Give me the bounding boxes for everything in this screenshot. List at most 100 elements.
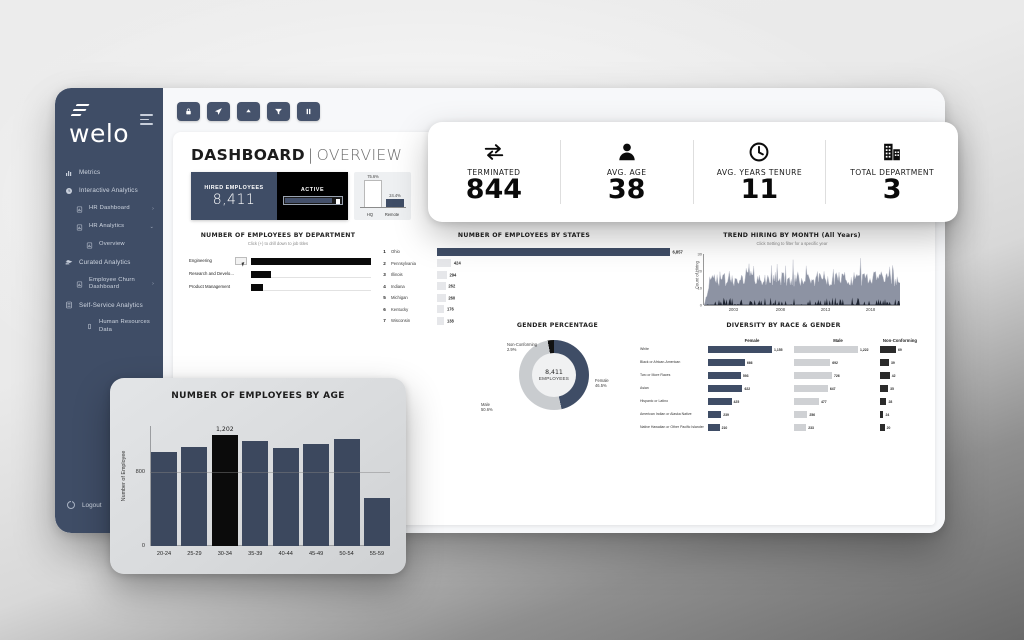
- sidebar-item-label: Employee Churn Dashboard: [89, 277, 135, 291]
- sidebar-item-overview[interactable]: Overview: [55, 236, 163, 254]
- age-x-tick: 40-44: [278, 551, 293, 557]
- chevron-down-icon[interactable]: ⌄: [150, 224, 154, 230]
- kpi-value: 844: [465, 173, 523, 205]
- logout-label: Logout: [82, 501, 102, 509]
- power-icon: [67, 500, 75, 509]
- diversity-row: Two or More Races 593 726 42: [640, 369, 927, 382]
- active-slider[interactable]: [282, 196, 343, 205]
- diversity-cell: 726: [794, 372, 880, 379]
- kpi-summary-card: TERMINATED 844 AVG. AGE 38 AVG. YEARS TENURE…: [428, 122, 958, 222]
- state-bar: [437, 282, 446, 291]
- active-slider-handle[interactable]: [335, 198, 340, 204]
- age-bar-group[interactable]: 25-29: [181, 426, 208, 557]
- diversity-category: American Indian or Alaska Native: [640, 412, 692, 417]
- sidebar-item-metrics[interactable]: Metrics: [55, 164, 163, 182]
- sidebar-item-self-service-analytics[interactable]: Self-Service Analytics: [55, 296, 163, 314]
- document-chart-icon: [75, 280, 83, 288]
- states-chart-title: NUMBER OF EMPLOYEES BY STATES: [457, 232, 591, 239]
- trend-y-tick: 30: [697, 251, 702, 257]
- state-row[interactable]: 1 Ohio 6,857: [378, 246, 683, 258]
- layers-icon: [65, 259, 73, 267]
- diversity-cell: 24: [880, 411, 918, 418]
- age-y-tick: 800: [135, 469, 145, 476]
- hamburger-icon[interactable]: [140, 114, 153, 128]
- diversity-row: Black or African-American 666 692 39: [640, 356, 927, 369]
- state-value: 262: [448, 283, 456, 289]
- sidebar-item-employee-churn-dashboard[interactable]: Employee Churn Dashboard ›: [55, 272, 163, 296]
- sidebar-item-human-resources-data[interactable]: Human Resources Data: [55, 314, 163, 338]
- age-bar-group[interactable]: 20-24: [151, 426, 177, 557]
- clock-icon: [748, 140, 770, 164]
- diversity-value: 210: [721, 425, 728, 430]
- chevron-right-icon[interactable]: ›: [152, 206, 154, 212]
- diversity-value: 28: [888, 399, 893, 404]
- location-x-tick: HQ: [366, 211, 374, 217]
- state-track: 294: [437, 270, 670, 279]
- state-row[interactable]: 2 Pennsylvania 424: [378, 258, 670, 270]
- state-track: 260: [437, 293, 670, 302]
- age-bar-group[interactable]: 45-49: [303, 426, 330, 557]
- trend-y-tick: 10: [697, 285, 702, 291]
- active-toggle-block[interactable]: ACTIVE: [277, 172, 348, 220]
- diversity-cell: 20: [880, 424, 918, 431]
- department-row[interactable]: Engineering: [189, 255, 371, 268]
- department-label: Product Management: [189, 283, 231, 289]
- send-button[interactable]: [207, 102, 230, 121]
- state-value: 424: [453, 260, 461, 266]
- diversity-category: Hispanic or Latino: [640, 399, 669, 404]
- upload-button[interactable]: [237, 102, 260, 121]
- page-title-bold: DASHBOARD: [191, 146, 305, 164]
- diversity-cell: 477: [794, 398, 880, 405]
- state-row[interactable]: 4 Indiana 262: [378, 281, 670, 293]
- sidebar-item-hr-dashboard[interactable]: HR Dashboard ›: [55, 200, 163, 218]
- age-bar-value-label: 1,202: [215, 426, 234, 434]
- lock-button[interactable]: [177, 102, 200, 121]
- state-bar: [437, 259, 452, 268]
- location-bar-value: 24.4%: [389, 193, 401, 199]
- hired-employees-card: HIRED EMPLOYEES 8,411 ACTIVE: [191, 172, 348, 220]
- age-bar-group[interactable]: 55-59: [363, 426, 390, 557]
- diversity-bar: [794, 346, 858, 353]
- state-value: 294: [449, 272, 457, 278]
- sidebar-item-curated-analytics[interactable]: Curated Analytics: [55, 254, 163, 272]
- state-row[interactable]: 3 Illinois 294: [378, 269, 670, 281]
- state-rank: 4: [383, 283, 386, 289]
- brand-logo[interactable]: welo: [55, 100, 163, 146]
- age-chart-title: NUMBER OF EMPLOYEES BY AGE: [171, 391, 345, 401]
- state-value: 176: [446, 306, 454, 312]
- diversity-value: 726: [834, 373, 840, 378]
- age-bar-group[interactable]: 40-44: [272, 426, 299, 557]
- department-track: [251, 270, 371, 278]
- age-bar-group[interactable]: 1,202 30-34: [211, 426, 238, 557]
- department-row[interactable]: Research and Develo...: [189, 268, 371, 281]
- kpi-value: 38: [607, 173, 646, 205]
- lock-icon: [184, 107, 193, 116]
- trend-y-tick: 0: [699, 302, 702, 308]
- sidebar-item-hr-analytics[interactable]: HR Analytics ⌄: [55, 218, 163, 236]
- chevron-right-icon[interactable]: ›: [152, 281, 154, 287]
- state-row[interactable]: 5 Michigan 260: [378, 292, 670, 304]
- diversity-category: Black or African-American: [640, 360, 681, 365]
- state-label: Pennsylvania: [391, 260, 416, 266]
- filter-button[interactable]: [267, 102, 290, 121]
- age-bar: [272, 447, 299, 546]
- state-bar: [437, 247, 670, 256]
- diversity-cell: 42: [880, 372, 918, 379]
- sidebar-item-label: Human Resources Data: [99, 319, 151, 333]
- age-bar-group[interactable]: 35-39: [242, 426, 269, 557]
- department-row[interactable]: Product Management: [189, 281, 371, 294]
- sidebar-item-interactive-analytics[interactable]: Interactive Analytics: [55, 182, 163, 200]
- diversity-cell: 210: [708, 424, 794, 431]
- diversity-bar: [708, 372, 741, 379]
- bar-chart-icon: [65, 169, 73, 177]
- diversity-bar: [708, 411, 722, 418]
- state-row[interactable]: 6 Kentucky 176: [378, 304, 670, 316]
- gender-total-value: 8,411: [545, 369, 563, 376]
- pause-button[interactable]: [297, 102, 320, 121]
- diversity-cell: 256: [794, 411, 880, 418]
- pause-icon: [304, 107, 313, 116]
- state-bar: [437, 270, 447, 279]
- age-bar: [333, 438, 360, 546]
- diversity-cell: 692: [794, 359, 880, 366]
- age-bar-group[interactable]: 50-54: [333, 426, 360, 557]
